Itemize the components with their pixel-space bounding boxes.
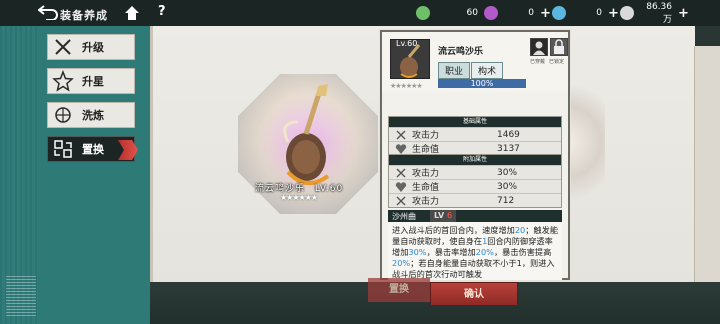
skill-name: 沙州曲 [392, 211, 416, 221]
add-token-button[interactable]: + [540, 6, 551, 21]
next-item-preview[interactable] [565, 82, 605, 202]
skill-text-segment: ；若自身能量自动获取不小于 [410, 258, 517, 268]
add-coin-button[interactable]: + [678, 6, 689, 21]
skill-header: 沙州曲 LV 6 [388, 210, 562, 222]
top-bar: 装备养成 ? 60 + 0 + 0 + 86.36万 + [0, 0, 720, 26]
resource-coin: 86.36万 + [620, 2, 689, 25]
stat-name: 攻击力 [412, 169, 440, 179]
skill-text-segment: ，暴击率增加 [426, 247, 476, 257]
pipa-instrument-icon [283, 84, 330, 185]
coin-icon [620, 6, 634, 20]
page-title: 装备养成 [60, 9, 108, 22]
sidebar-item-label: 洗炼 [82, 109, 104, 122]
jade-icon [416, 6, 430, 20]
panel-header: Lv.60 ★★★★★★ 流云鸣沙乐 职业 构术 100% 已穿戴 已锁定 [382, 32, 568, 92]
help-icon[interactable]: ? [158, 4, 166, 19]
item-level: Lv.60 [396, 39, 418, 48]
job-row: 职业 构术 [438, 62, 504, 79]
preview-stars: ★★★★★★ [280, 193, 318, 202]
skill-highlight-value: 20% [392, 258, 411, 268]
sword-icon [396, 130, 406, 139]
skill-text-segment: ，暴击伤害提高 [493, 247, 552, 257]
heart-icon [395, 181, 407, 192]
sidebar-item-upgrade[interactable]: 升级 [47, 34, 135, 60]
equipped-avatar[interactable] [530, 38, 548, 56]
avatar-caption: 已穿戴 [530, 59, 546, 65]
gem-icon [552, 6, 566, 20]
skill-section: 沙州曲 LV 6 进入战斗后的首回合内，速度增加20；触发能量自动获取时，使自身… [388, 210, 562, 280]
barcode-decoration [6, 276, 36, 316]
home-icon[interactable] [124, 5, 140, 21]
extra-stats-title: 附加属性 [389, 155, 561, 165]
skill-level-badge: LV 6 [430, 210, 457, 222]
stat-name: 攻击力 [412, 131, 440, 141]
stat-row: 生命值 3137 [389, 141, 561, 155]
resource-value: 0 [596, 8, 602, 18]
skill-highlight-value: 20% [475, 247, 494, 257]
extra-stats-section: 附加属性 攻击力 30% 生命值 30% 攻击力 712 [388, 154, 562, 208]
stat-row: 攻击力 1469 [389, 127, 561, 141]
skill-description: 进入战斗后的首回合内，速度增加20；触发能量自动获取时，使自身在1回合内防御穿透… [388, 222, 562, 280]
star-icon [52, 69, 74, 92]
level-progress-bar: 100% [438, 79, 526, 88]
skill-highlight-value: 30% [408, 247, 427, 257]
sidebar-item-label: 置换 [82, 143, 104, 156]
base-stats-section: 基础属性 攻击力 1469 生命值 3137 [388, 116, 562, 156]
preview-level-text: LV.60 [314, 184, 344, 194]
sidebar-item-star-up[interactable]: 升星 [47, 68, 135, 94]
resource-value: 86.36万 [646, 1, 672, 25]
stat-row: 攻击力 712 [389, 193, 561, 207]
skill-text-segment: 进入战斗后的首回合内，速度增加 [392, 225, 515, 235]
stat-value: 30% [497, 181, 518, 192]
resource-value: 0 [528, 8, 534, 18]
swap-icon [52, 138, 74, 160]
skill-level-prefix: LV [434, 211, 447, 220]
skill-level-value: 6 [446, 211, 453, 220]
stat-value: 30% [497, 167, 518, 178]
heart-icon [395, 143, 407, 154]
job-value: 构术 [471, 62, 504, 79]
stat-row: 生命值 30% [389, 179, 561, 193]
progress-text: 100% [470, 79, 494, 88]
stat-name: 生命值 [412, 183, 440, 193]
token-icon [484, 6, 498, 20]
resource-gem: 0 + [552, 5, 619, 21]
job-label: 职业 [438, 62, 471, 79]
stat-value: 712 [497, 195, 515, 206]
item-name: 流云鸣沙乐 [438, 47, 484, 57]
add-gem-button[interactable]: + [608, 6, 619, 21]
stat-row: 攻击力 30% [389, 165, 561, 179]
base-stats-title: 基础属性 [389, 117, 561, 127]
confirm-button[interactable]: 确认 [430, 282, 518, 306]
sword-icon [396, 196, 406, 205]
equipment-detail-panel: Lv.60 ★★★★★★ 流云鸣沙乐 职业 构术 100% 已穿戴 已锁定 基础… [380, 30, 570, 280]
character-avatar-icon [533, 41, 545, 55]
lock-icon [554, 39, 564, 54]
crossed-swords-icon [52, 36, 74, 58]
sword-icon [396, 168, 406, 177]
refine-icon [52, 104, 74, 126]
swap-button[interactable]: 置换 [368, 278, 430, 302]
stat-value: 3137 [497, 143, 520, 154]
resource-value: 60 [466, 8, 478, 18]
sidebar-item-label: 升级 [82, 41, 104, 54]
thumbnail-stars: ★★★★★★ [390, 82, 423, 90]
lock-avatar[interactable] [550, 38, 568, 56]
sidebar-item-swap[interactable]: 置换 [47, 136, 138, 162]
sidebar-item-refine[interactable]: 洗炼 [47, 102, 135, 128]
resource-token: 0 + [484, 5, 551, 21]
avatar-caption: 已锁定 [549, 59, 565, 65]
stat-value: 1469 [497, 129, 520, 140]
skill-highlight-value: 20 [514, 225, 526, 235]
sidebar-item-label: 升星 [82, 75, 104, 88]
stat-name: 攻击力 [412, 197, 440, 207]
back-icon[interactable] [37, 4, 60, 21]
